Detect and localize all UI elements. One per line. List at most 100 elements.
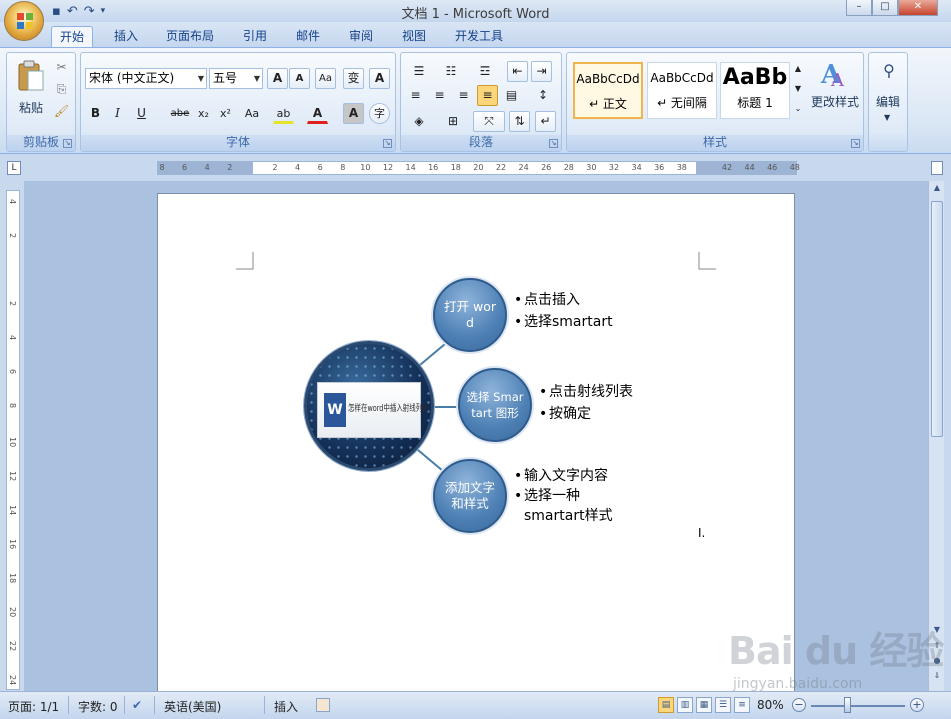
zoom-slider-thumb[interactable] xyxy=(844,697,851,713)
status-divider xyxy=(154,696,155,714)
tab-mailings[interactable]: 邮件 xyxy=(288,26,328,48)
horizontal-ruler[interactable]: 8 6 4 2 2 4 6 8 10 12 14 16 18 20 22 24 26 28 30 32 34 36 38 42… xyxy=(157,161,800,175)
highlight-button[interactable]: ab xyxy=(273,103,294,124)
font-launcher-icon[interactable]: ↘ xyxy=(383,139,392,148)
scroll-up-icon[interactable]: ▲ xyxy=(931,183,943,197)
style-no-spacing[interactable]: AaBbCcDd ↵ 无间隔 xyxy=(647,62,717,119)
align-left-icon[interactable]: ≡ xyxy=(405,85,426,106)
shrink-font-button[interactable]: A xyxy=(289,68,310,89)
paste-icon[interactable] xyxy=(16,59,46,93)
bullets-icon[interactable]: ☰ xyxy=(405,61,433,82)
font-size-select[interactable]: 五号 ▼ xyxy=(209,68,263,89)
vertical-ruler[interactable]: 4 2 2 4 6 8 10 12 14 16 18 20 22 24 xyxy=(6,190,20,690)
zoom-in-icon[interactable]: + xyxy=(910,698,924,712)
format-painter-icon[interactable]: 🖌 xyxy=(51,101,72,122)
document-page[interactable]: W 怎样在word中插入射线列表 打开 word 选择 Smartart 图形 … xyxy=(157,193,795,691)
tab-review[interactable]: 审阅 xyxy=(341,26,381,48)
numbering-icon[interactable]: ☷ xyxy=(437,61,465,82)
style-normal[interactable]: AaBbCcDd ↵ 正文 xyxy=(573,62,643,119)
tab-home[interactable]: 开始 xyxy=(51,26,94,48)
close-button[interactable]: ✕ xyxy=(898,0,938,16)
strikethrough-button[interactable]: abe xyxy=(167,103,193,124)
tab-view[interactable]: 视图 xyxy=(394,26,434,48)
styles-more-icon[interactable]: ⌄ xyxy=(791,101,805,117)
sort-icon[interactable]: ⇅ xyxy=(509,111,530,132)
distributed-icon[interactable]: ▤ xyxy=(501,85,522,106)
italic-button[interactable]: I xyxy=(107,103,128,124)
justify-icon[interactable]: ≡ xyxy=(477,85,498,106)
show-marks-icon[interactable]: ↵ xyxy=(535,111,556,132)
multilevel-list-icon[interactable]: ☲ xyxy=(471,61,499,82)
styles-scroll-up-icon[interactable]: ▲ xyxy=(791,61,805,77)
paste-label[interactable]: 粘贴 xyxy=(15,99,47,116)
bullet-item: 选择一种 xyxy=(514,486,613,506)
styles-launcher-icon[interactable]: ↘ xyxy=(851,139,860,148)
office-button[interactable] xyxy=(4,1,44,41)
shading-icon[interactable]: ◈ xyxy=(405,111,433,132)
font-size-value: 五号 xyxy=(213,71,238,85)
draft-view-icon[interactable]: ≡ xyxy=(734,697,750,713)
change-case-button[interactable]: Aa xyxy=(239,103,265,124)
tab-selector-icon[interactable]: L xyxy=(7,161,21,175)
copy-icon[interactable]: ⎘ xyxy=(51,79,72,100)
node-2-bullets[interactable]: 点击射线列表 按确定 xyxy=(539,381,633,425)
paragraph-launcher-icon[interactable]: ↘ xyxy=(549,139,558,148)
vertical-scrollbar[interactable]: ▲ ▼ ⇑ ● ⇓ xyxy=(928,181,944,691)
insert-mode-indicator[interactable]: 插入 xyxy=(274,698,298,715)
asian-layout-icon[interactable]: ⤧ xyxy=(473,111,505,132)
zoom-out-icon[interactable]: − xyxy=(792,698,806,712)
enclose-char-button[interactable]: 字 xyxy=(369,103,390,124)
char-shading-button[interactable]: A xyxy=(343,103,364,124)
tab-page-layout[interactable]: 页面布局 xyxy=(158,26,222,48)
view-ruler-icon[interactable] xyxy=(931,161,943,175)
zoom-slider-track[interactable] xyxy=(811,705,905,707)
language-indicator[interactable]: 英语(美国) xyxy=(164,698,221,715)
align-right-icon[interactable]: ≡ xyxy=(453,85,474,106)
align-center-icon[interactable]: ≡ xyxy=(429,85,450,106)
tab-references[interactable]: 引用 xyxy=(235,26,275,48)
word-count[interactable]: 字数: 0 xyxy=(78,698,118,715)
cut-icon[interactable]: ✂ xyxy=(51,57,72,78)
grow-font-button[interactable]: A xyxy=(267,68,288,89)
binoculars-icon[interactable]: ⚲ xyxy=(878,61,900,81)
editing-label[interactable]: 编辑 xyxy=(869,93,907,110)
font-color-button[interactable]: A xyxy=(307,103,328,124)
smartart-node-3[interactable]: 添加文字和样式 xyxy=(433,459,507,533)
clear-format-button[interactable]: Aa xyxy=(315,68,336,89)
tab-developer[interactable]: 开发工具 xyxy=(447,26,511,48)
superscript-button[interactable]: x² xyxy=(215,103,236,124)
line-spacing-icon[interactable]: ↕ xyxy=(529,85,557,106)
change-styles-icon[interactable]: A A xyxy=(817,59,851,89)
char-border-button[interactable]: A xyxy=(369,68,390,89)
macro-record-icon[interactable] xyxy=(316,698,330,712)
outline-view-icon[interactable]: ☰ xyxy=(715,697,731,713)
smartart-center-circle[interactable]: W 怎样在word中插入射线列表 xyxy=(304,341,434,471)
zoom-level[interactable]: 80% xyxy=(757,698,784,712)
page-count[interactable]: 页面: 1/1 xyxy=(8,698,59,715)
style-heading-1[interactable]: AaBb 标题 1 xyxy=(720,62,790,119)
change-styles-label[interactable]: 更改样式 xyxy=(807,93,863,110)
full-screen-reading-icon[interactable]: ▥ xyxy=(677,697,693,713)
phonetic-guide-button[interactable]: 变 xyxy=(343,68,364,89)
bold-button[interactable]: B xyxy=(85,103,106,124)
minimize-button[interactable]: – xyxy=(846,0,872,16)
maximize-button[interactable]: □ xyxy=(872,0,898,16)
node-1-bullets[interactable]: 点击插入 选择smartart xyxy=(514,289,613,333)
smartart-node-2[interactable]: 选择 Smartart 图形 xyxy=(458,368,532,442)
underline-button[interactable]: U xyxy=(131,103,152,124)
font-name-select[interactable]: 宋体 (中文正文) ▼ xyxy=(85,68,207,89)
borders-icon[interactable]: ⊞ xyxy=(439,111,467,132)
tab-insert[interactable]: 插入 xyxy=(106,26,146,48)
clipboard-launcher-icon[interactable]: ↘ xyxy=(63,139,72,148)
scrollbar-thumb[interactable] xyxy=(931,201,943,437)
smartart-node-1[interactable]: 打开 word xyxy=(433,278,507,352)
web-layout-icon[interactable]: ▦ xyxy=(696,697,712,713)
increase-indent-icon[interactable]: ⇥ xyxy=(531,61,552,82)
decrease-indent-icon[interactable]: ⇤ xyxy=(507,61,528,82)
subscript-button[interactable]: x₂ xyxy=(193,103,214,124)
node-3-bullets[interactable]: 输入文字内容 选择一种 smartart样式 xyxy=(514,466,613,526)
ruler-tick: 6 xyxy=(8,369,17,375)
proofing-icon[interactable]: ✔ xyxy=(132,698,142,712)
print-layout-view-icon[interactable]: ▤ xyxy=(658,697,674,713)
styles-scroll-down-icon[interactable]: ▼ xyxy=(791,81,805,97)
